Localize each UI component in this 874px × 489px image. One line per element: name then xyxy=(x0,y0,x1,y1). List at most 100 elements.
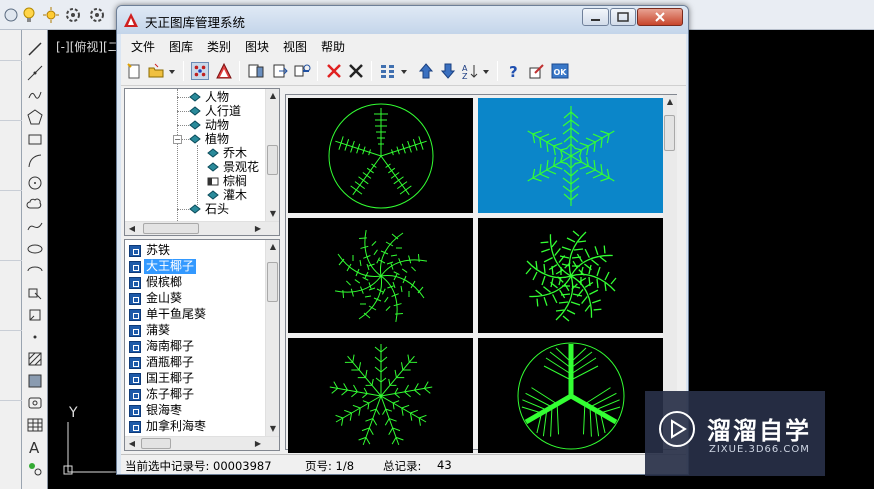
scroll-thumb[interactable] xyxy=(141,438,171,449)
sun-icon[interactable] xyxy=(42,6,60,24)
polygon-tool-icon[interactable] xyxy=(26,108,44,126)
spline-tool-icon[interactable] xyxy=(26,218,44,236)
delete-red-icon[interactable] xyxy=(325,62,343,80)
scroll-thumb[interactable] xyxy=(664,115,675,151)
edit-icon[interactable] xyxy=(527,62,545,80)
circle-tool-icon[interactable] xyxy=(26,174,44,192)
make-block-icon[interactable] xyxy=(26,306,44,324)
tree-horizontal-scrollbar[interactable]: ◀ ▶ xyxy=(125,221,279,235)
scroll-left-icon[interactable]: ◀ xyxy=(125,222,139,235)
dialog-titlebar[interactable]: 天正图库管理系统 xyxy=(117,6,688,34)
scroll-right-icon[interactable]: ▶ xyxy=(251,222,265,235)
dropdown-arrow-icon[interactable] xyxy=(167,62,177,80)
select-all-icon[interactable] xyxy=(191,62,209,80)
menu-block[interactable]: 图块 xyxy=(245,38,269,55)
ellipse-tool-icon[interactable] xyxy=(26,240,44,258)
watermark-logo: 溜溜自学 ZIXUE.3D66.COM xyxy=(645,391,825,476)
up-arrow-icon[interactable] xyxy=(417,62,435,80)
scroll-up-icon[interactable]: ▲ xyxy=(663,95,677,109)
menu-category[interactable]: 类别 xyxy=(207,38,231,55)
open-icon[interactable] xyxy=(147,62,165,80)
polyline-tool-icon[interactable] xyxy=(26,86,44,104)
block-icon xyxy=(129,245,141,257)
import-icon[interactable] xyxy=(247,62,265,80)
preview-cell-selected[interactable] xyxy=(478,98,663,213)
block-icon xyxy=(129,421,141,433)
gradient-tool-icon[interactable] xyxy=(26,372,44,390)
dropdown-arrow-icon[interactable] xyxy=(399,62,409,80)
dropdown-arrow-icon[interactable] xyxy=(481,62,491,80)
close-button[interactable] xyxy=(637,8,683,26)
scroll-right-icon[interactable]: ▶ xyxy=(251,437,265,450)
category-tree[interactable]: − 人物 人行道 动物 植物 乔木 景观花 棕榈 灌木 石头 ▲ ▼ ◀ ▶ xyxy=(124,88,280,236)
insert-block-icon[interactable] xyxy=(26,284,44,302)
scroll-up-icon[interactable]: ▲ xyxy=(266,240,279,254)
cad-left-palette xyxy=(0,30,22,489)
hatch-tool-icon[interactable] xyxy=(26,350,44,368)
list-horizontal-scrollbar[interactable]: ◀ ▶ xyxy=(125,436,279,450)
ellipse-arc-tool-icon[interactable] xyxy=(26,262,44,280)
sort-icon[interactable]: AZ xyxy=(461,62,479,80)
block-icon xyxy=(129,293,141,305)
preview-cell[interactable] xyxy=(288,338,473,453)
palm-symbol-icon xyxy=(525,230,617,322)
text-tool-icon[interactable]: A xyxy=(26,438,44,456)
cad-quick-icon[interactable] xyxy=(2,6,20,24)
scroll-up-icon[interactable]: ▲ xyxy=(266,89,279,103)
revcloud-tool-icon[interactable] xyxy=(26,196,44,214)
scroll-left-icon[interactable]: ◀ xyxy=(125,437,139,450)
point-tool-icon[interactable] xyxy=(26,328,44,346)
scroll-thumb[interactable] xyxy=(267,145,278,175)
rectangle-tool-icon[interactable] xyxy=(26,130,44,148)
viewport-label[interactable]: [-][俯视][二 xyxy=(56,38,120,55)
category-icon xyxy=(207,190,219,200)
menu-library[interactable]: 图库 xyxy=(169,38,193,55)
menu-view[interactable]: 视图 xyxy=(283,38,307,55)
arc-tool-icon[interactable] xyxy=(26,152,44,170)
gear-icon[interactable] xyxy=(88,6,106,24)
ok-label: OK xyxy=(554,68,568,77)
grid-view-icon[interactable] xyxy=(379,62,397,80)
menu-file[interactable]: 文件 xyxy=(131,38,155,55)
block-icon xyxy=(129,357,141,369)
category-icon xyxy=(189,106,201,116)
region-tool-icon[interactable] xyxy=(26,394,44,412)
preview-cell[interactable] xyxy=(478,218,663,333)
preview-cell[interactable] xyxy=(478,338,663,453)
settings-gear-icon[interactable] xyxy=(64,6,82,24)
delete-icon[interactable] xyxy=(347,62,365,80)
scroll-thumb[interactable] xyxy=(267,262,278,302)
status-total-value: 43 xyxy=(437,458,452,472)
replace-icon[interactable] xyxy=(293,62,311,80)
block-icon xyxy=(129,389,141,401)
menu-bar: 文件 图库 类别 图块 视图 帮助 xyxy=(121,34,686,56)
maximize-button[interactable] xyxy=(610,8,636,26)
add-selected-icon[interactable] xyxy=(26,460,44,478)
tree-collapse-toggle[interactable]: − xyxy=(173,135,182,144)
scroll-down-icon[interactable]: ▼ xyxy=(266,422,279,436)
construction-line-icon[interactable] xyxy=(26,64,44,82)
ok-icon[interactable]: OK xyxy=(551,62,569,80)
new-icon[interactable] xyxy=(125,62,143,80)
line-tool-icon[interactable] xyxy=(26,40,44,58)
menu-help[interactable]: 帮助 xyxy=(321,38,345,55)
status-bar: 当前选中记录号: 00003987 页号: 1/8 总记录: 43 xyxy=(121,454,686,474)
triangle-icon[interactable] xyxy=(215,62,233,80)
down-arrow-icon[interactable] xyxy=(439,62,457,80)
block-list[interactable]: 苏铁 大王椰子 假槟榔 金山葵 单干鱼尾葵 蒲葵 海南椰子 酒瓶椰子 国王椰子 … xyxy=(124,239,280,451)
preview-cell[interactable] xyxy=(288,218,473,333)
scroll-thumb[interactable] xyxy=(143,223,199,234)
lightbulb-icon[interactable] xyxy=(20,6,38,24)
palm-symbol-icon xyxy=(328,103,434,209)
minimize-button[interactable] xyxy=(582,8,609,26)
list-vertical-scrollbar[interactable]: ▲ ▼ xyxy=(265,240,279,436)
help-icon[interactable]: ? xyxy=(505,62,523,80)
scroll-down-icon[interactable]: ▼ xyxy=(266,207,279,221)
tree-vertical-scrollbar[interactable]: ▲ ▼ xyxy=(265,89,279,221)
export-icon[interactable] xyxy=(271,62,289,80)
block-icon xyxy=(129,341,141,353)
preview-cell[interactable] xyxy=(288,98,473,213)
cad-draw-toolbar: A xyxy=(22,30,48,489)
table-tool-icon[interactable] xyxy=(26,416,44,434)
block-icon xyxy=(129,277,141,289)
